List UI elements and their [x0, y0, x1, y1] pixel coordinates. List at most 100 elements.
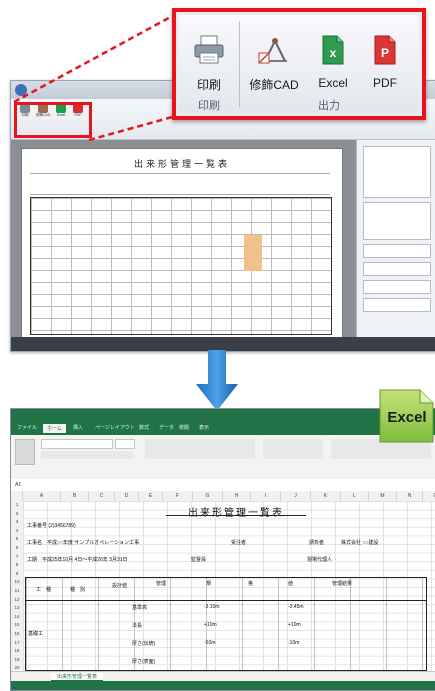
pdf-icon: P: [374, 35, 396, 65]
preview-sheet-title: 出来形管理一覧表: [133, 159, 230, 169]
contractor-label: 請負者: [309, 540, 325, 546]
tab-file[interactable]: ファイル: [17, 424, 37, 431]
row-header[interactable]: 10: [11, 579, 23, 584]
row-header[interactable]: 3: [11, 519, 23, 524]
column-header[interactable]: O: [423, 491, 435, 501]
column-header[interactable]: F: [163, 491, 193, 501]
side-field-1[interactable]: [363, 262, 431, 276]
app-icon: [15, 84, 27, 96]
ribbon-zoom: 印刷 修飾CAD x Excel P PDF 印刷 出力: [179, 15, 419, 113]
supervisor-label: 監督員: [191, 557, 207, 563]
side-notes[interactable]: [363, 202, 431, 240]
side-field-2[interactable]: [363, 280, 431, 294]
tab-formulas[interactable]: 数式: [139, 424, 149, 431]
row-header[interactable]: 5: [11, 536, 23, 541]
printer-icon: [194, 35, 224, 64]
preview-header-lines: [30, 173, 330, 195]
group-separator: [239, 21, 240, 107]
row-header[interactable]: 4: [11, 528, 23, 533]
excel-badge-label: Excel: [387, 409, 427, 426]
site-agent-label: 現場代理人: [307, 557, 333, 563]
excel-title-bar: [11, 409, 435, 423]
measurement-table: 工 種 種 別 設計値 管理 規 格 値 管理結果 基礎工 基準高 法長 厚さ(…: [25, 577, 427, 671]
pdf-label: PDF: [373, 76, 397, 90]
tab-view[interactable]: 表示: [199, 424, 209, 431]
ribbon-highlight-frame: [14, 102, 92, 138]
tab-home[interactable]: ホーム: [43, 424, 66, 433]
project-name: 工事名 平成○○年度 サンプルオペレーション工事: [27, 540, 140, 546]
status-bar: [11, 337, 435, 351]
column-header[interactable]: G: [193, 491, 223, 501]
project-number: 工事番号 (2)3456789): [27, 523, 76, 529]
paste-button[interactable]: [15, 439, 35, 465]
side-panel: [356, 140, 435, 337]
cad-drawing-icon: [258, 38, 287, 64]
row-header[interactable]: 20: [11, 665, 23, 670]
preview-page: 出来形管理一覧表: [21, 148, 343, 340]
group-print-label: 印刷: [198, 100, 220, 112]
cad-button[interactable]: 修飾CAD: [245, 35, 303, 105]
row-header[interactable]: 19: [11, 657, 23, 662]
column-header[interactable]: J: [281, 491, 311, 501]
font-name-box[interactable]: [41, 439, 113, 449]
row-header[interactable]: 6: [11, 545, 23, 550]
excel-ribbon-tabs: ファイル ホーム 挿入 ページレイアウト 数式 データ 校閲 表示: [11, 423, 435, 435]
side-field-3[interactable]: [363, 298, 431, 312]
preview-table: [30, 197, 332, 335]
column-header[interactable]: L: [341, 491, 369, 501]
side-list[interactable]: [363, 146, 431, 198]
tab-page-layout[interactable]: ページレイアウト: [95, 424, 135, 431]
row-header[interactable]: 2: [11, 511, 23, 516]
excel-button[interactable]: x Excel: [311, 35, 355, 105]
svg-text:x: x: [330, 46, 337, 60]
ribbon-callout: 印刷 修飾CAD x Excel P PDF 印刷 出力: [172, 8, 426, 120]
print-button[interactable]: 印刷: [185, 35, 233, 105]
column-header[interactable]: N: [397, 491, 423, 501]
row-header[interactable]: 17: [11, 640, 23, 645]
tab-insert[interactable]: 挿入: [73, 424, 83, 431]
contractor-value: 株式会社 ○○建設: [341, 540, 379, 546]
row-header[interactable]: 13: [11, 605, 23, 610]
row-header[interactable]: 1: [11, 502, 23, 507]
tab-data[interactable]: データ: [159, 424, 174, 431]
title-underline: [166, 515, 306, 516]
font-size-box[interactable]: [115, 439, 135, 449]
row-header[interactable]: 11: [11, 588, 23, 593]
number-group[interactable]: [263, 439, 323, 459]
row-header[interactable]: 7: [11, 554, 23, 559]
column-header[interactable]: K: [311, 491, 341, 501]
svg-text:P: P: [381, 46, 389, 60]
font-format-buttons[interactable]: [41, 451, 133, 459]
column-header[interactable]: A: [23, 491, 61, 501]
column-header[interactable]: C: [89, 491, 115, 501]
row-header[interactable]: 12: [11, 597, 23, 602]
tab-review[interactable]: 校閲: [179, 424, 189, 431]
excel-icon: x: [322, 35, 344, 65]
preview-highlight-cell: [244, 235, 262, 271]
column-header[interactable]: D: [115, 491, 139, 501]
row-header[interactable]: 18: [11, 648, 23, 653]
row-header[interactable]: 14: [11, 614, 23, 619]
sheet-title: 出来形管理一覧表: [188, 508, 284, 519]
column-header[interactable]: E: [139, 491, 163, 501]
column-header[interactable]: B: [61, 491, 89, 501]
column-header[interactable]: I: [251, 491, 281, 501]
down-arrow-icon: [196, 350, 238, 411]
pdf-button[interactable]: P PDF: [361, 35, 409, 105]
side-dropdown[interactable]: [363, 244, 431, 258]
name-box[interactable]: A1: [15, 482, 21, 488]
report-app-window: 印刷 修飾CAD Excel PDF 出来形管理一覧表: [10, 80, 435, 352]
column-header[interactable]: M: [369, 491, 397, 501]
row-header[interactable]: 15: [11, 622, 23, 627]
excel-label: Excel: [318, 76, 348, 90]
column-header[interactable]: H: [223, 491, 251, 501]
row-header[interactable]: 16: [11, 631, 23, 636]
orderer-label: 受注者: [231, 540, 247, 546]
project-period: 工期 平成25年10月 4日～平成26年 3月31日: [27, 557, 128, 563]
row-header[interactable]: 8: [11, 562, 23, 567]
excel-window: ファイル ホーム 挿入 ページレイアウト 数式 データ 校閲 表示 A1 ABC…: [10, 408, 435, 691]
row-header[interactable]: 9: [11, 571, 23, 576]
document-preview-area[interactable]: 出来形管理一覧表: [11, 140, 356, 340]
select-all-corner[interactable]: [11, 491, 23, 501]
alignment-group[interactable]: [145, 439, 255, 459]
